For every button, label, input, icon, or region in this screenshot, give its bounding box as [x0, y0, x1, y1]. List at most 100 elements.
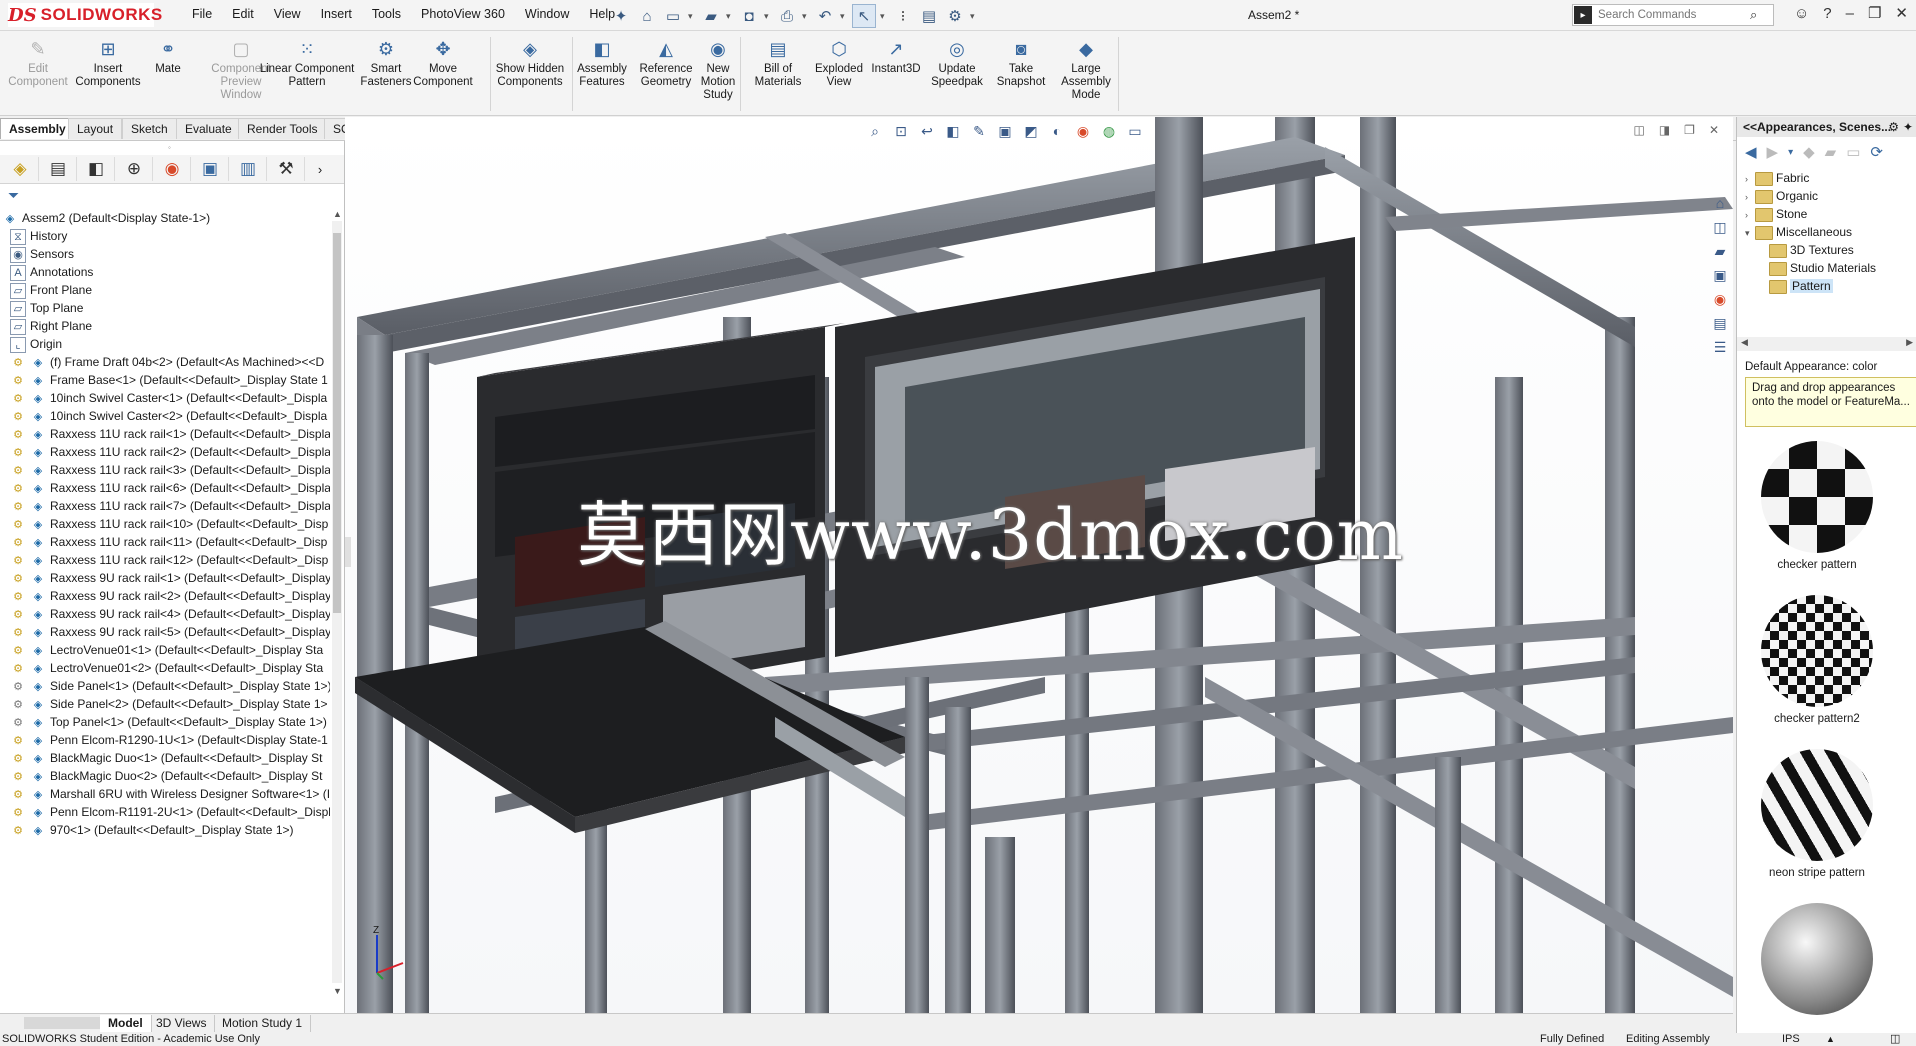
save-icon[interactable]: ◘ [738, 5, 760, 27]
appearance-folder[interactable]: › Fabric [1745, 169, 1809, 187]
chevron-down-icon[interactable]: ▾ [880, 11, 888, 22]
ribbon-move-component-button[interactable]: ✥ Move Component [412, 37, 474, 89]
tree-item[interactable]: ⚙ ◈ BlackMagic Duo<1> (Default<<Default>_D… [10, 749, 322, 767]
appearance-swatch[interactable]: checker pattern2 [1761, 595, 1873, 725]
menu-item-insert[interactable]: Insert [311, 7, 362, 21]
user-icon[interactable]: ☺ [1794, 5, 1809, 22]
ribbon-edit-component-button[interactable]: ✎ Edit Component [6, 37, 70, 89]
chevron-right-icon[interactable]: › [310, 157, 330, 181]
appearance-folder[interactable]: Pattern [1769, 277, 1833, 295]
view-orientation-icon[interactable]: ▣ [995, 121, 1015, 141]
tree-item[interactable]: ⚙ ◈ Marshall 6RU with Wireless Designer So… [10, 785, 330, 803]
chevron-down-icon[interactable]: ▾ [1745, 224, 1755, 242]
zoom-to-area-icon[interactable]: ⊡ [891, 121, 911, 141]
tree-item[interactable]: ⚙ ◈ Raxxess 11U rack rail<6> (Default<<Def… [10, 479, 330, 497]
design-library-icon[interactable]: ◫ [1709, 216, 1731, 238]
traffic-light-icon[interactable]: ⁝ [892, 5, 914, 27]
tree-item[interactable]: ⚙ ◈ Penn Elcom-R1191-2U<1> (Default<<Defau… [10, 803, 330, 821]
forum-icon[interactable]: ☰ [1709, 336, 1731, 358]
tree-item[interactable]: ⚙ ◈ Raxxess 9U rack rail<4> (Default<<Defa… [10, 605, 330, 623]
close-icon[interactable]: ✕ [1895, 4, 1908, 22]
cam-tool-tree-icon[interactable]: ⚒ [268, 157, 305, 181]
open-folder-icon[interactable]: ▰ [700, 5, 722, 27]
menu-item-view[interactable]: View [264, 7, 311, 21]
scroll-up-arrow-icon[interactable]: ▲ [333, 209, 342, 219]
appearance-folder[interactable]: ▾ Miscellaneous [1745, 223, 1852, 241]
viewport-restore-icon[interactable]: ❐ [1684, 123, 1695, 137]
dimxpert-icon[interactable]: ⊕ [116, 157, 153, 181]
tree-item[interactable]: ⚙ ◈ Penn Elcom-R1290-1U<1> (Default<Displa… [10, 731, 328, 749]
tree-item[interactable]: ⚙ ◈ Side Panel<2> (Default<<Default>_Displ… [10, 695, 327, 713]
file-properties-icon[interactable]: ▤ [918, 5, 940, 27]
scroll-left-arrow-icon[interactable]: ◀ [1741, 337, 1748, 348]
new-document-icon[interactable]: ▭ [662, 5, 684, 27]
appearance-swatch[interactable] [1761, 903, 1873, 1021]
chevron-down-icon[interactable]: ▾ [840, 11, 848, 22]
tree-item[interactable]: ⚙ ◈ Raxxess 9U rack rail<2> (Default<<Defa… [10, 587, 330, 605]
ribbon-update-speedpak-button[interactable]: ◎ Update Speedpak [924, 37, 990, 89]
appearance-folder[interactable]: › Organic [1745, 187, 1818, 205]
tree-item[interactable]: ⚙ ◈ 970<1> (Default<<Default>_Display Stat… [10, 821, 293, 839]
feature-manager-tree-icon[interactable]: ◈ [2, 157, 39, 181]
tree-item[interactable]: ⚙ ◈ BlackMagic Duo<2> (Default<<Default>_D… [10, 767, 322, 785]
ribbon-exploded-view-button[interactable]: ⬡ Exploded View [806, 37, 872, 89]
tab-motion-study-1[interactable]: Motion Study 1 [214, 1015, 312, 1032]
ribbon-take-snapshot-button[interactable]: ◙ Take Snapshot [992, 37, 1050, 89]
apply-scene-icon[interactable]: ◍ [1099, 121, 1119, 141]
tree-item[interactable]: ⚙ ◈ Top Panel<1> (Default<<Default>_Displa… [10, 713, 327, 731]
scrollbar-thumb[interactable] [333, 233, 341, 613]
tile-left-icon[interactable]: ◫ [1633, 123, 1644, 137]
display-manager-icon[interactable]: ◉ [154, 157, 191, 181]
ribbon-instant3d-button[interactable]: ↗ Instant3D [866, 37, 926, 76]
chevron-down-icon[interactable]: ▾ [970, 11, 978, 22]
chevron-down-icon[interactable]: ▾ [764, 11, 772, 22]
tree-item[interactable]: ⚙ ◈ Raxxess 11U rack rail<7> (Default<<Def… [10, 497, 330, 515]
tree-item[interactable]: ⚙ ◈ Raxxess 9U rack rail<5> (Default<<Defa… [10, 623, 330, 641]
home-icon[interactable]: ⌂ [636, 5, 658, 27]
appearances-tree-hscrollbar[interactable]: ◀ ▶ [1737, 337, 1916, 351]
add-folder-icon[interactable]: ▰ [1825, 143, 1837, 161]
tree-root-assembly[interactable]: ◈ Assem2 (Default<Display State-1>) [2, 209, 210, 227]
view-palette-icon[interactable]: ▣ [1709, 264, 1731, 286]
viewport-close-icon[interactable]: ✕ [1709, 123, 1719, 137]
print-icon[interactable]: ⎙ [776, 5, 798, 27]
tree-item[interactable]: ⚙ ◈ Raxxess 9U rack rail<1> (Default<<Defa… [10, 569, 330, 587]
tree-item[interactable]: ⚙ ◈ Raxxess 11U rack rail<10> (Default<<De… [10, 515, 328, 533]
menu-item-edit[interactable]: Edit [222, 7, 264, 21]
pin-icon[interactable]: ✦ [610, 5, 632, 27]
chevron-down-icon[interactable]: ▾ [1788, 147, 1793, 158]
tree-item[interactable]: ⚙ ◈ Side Panel<1> (Default<<Default>_Displ… [10, 677, 330, 695]
ribbon-assembly-features-button[interactable]: ◧ Assembly Features [570, 37, 634, 89]
view-settings-icon[interactable]: ▭ [1125, 121, 1145, 141]
restore-icon[interactable]: ❐ [1868, 4, 1881, 22]
tree-item[interactable]: ▱ Front Plane [10, 281, 92, 299]
tree-item[interactable]: ⚙ ◈ Raxxess 11U rack rail<3> (Default<<Def… [10, 461, 330, 479]
forward-arrow-icon[interactable]: ▶ [1767, 143, 1779, 161]
units-selector[interactable]: IPS [1782, 1033, 1800, 1046]
zoom-to-fit-icon[interactable]: ⌕ [865, 121, 885, 141]
help-icon[interactable]: ? [1823, 5, 1831, 22]
home-icon[interactable]: ⌂ [1709, 192, 1731, 214]
search-commands-input[interactable] [1596, 8, 1750, 22]
tree-item[interactable]: ⌞ Origin [10, 335, 62, 353]
pin-icon[interactable]: ✦ [1903, 117, 1913, 137]
graphics-area[interactable]: ⌕ ⊡ ↩ ◧ ✎ ▣ ◩ ◐ ◉ ◍ ▭ ◫ ◨ ❐ ✕ 莫西网www.3dm… [345, 117, 1733, 1013]
options-gear-icon[interactable]: ⚙ [944, 5, 966, 27]
scroll-down-arrow-icon[interactable]: ▼ [333, 986, 342, 996]
hide-show-items-icon[interactable]: ◐ [1047, 121, 1067, 141]
appearance-folder[interactable]: 3D Textures [1769, 241, 1854, 259]
chevron-down-icon[interactable]: ▾ [802, 11, 810, 22]
ribbon-mate-button[interactable]: ⚭ Mate [148, 37, 188, 76]
options-gear-icon[interactable]: ⚙ [1888, 117, 1899, 137]
undo-icon[interactable]: ↶ [814, 5, 836, 27]
tree-item[interactable]: ⚙ ◈ 10inch Swivel Caster<2> (Default<<Defa… [10, 407, 327, 425]
ribbon-bill-of-materials-button[interactable]: ▤ Bill of Materials [746, 37, 810, 89]
tree-item[interactable]: ⚙ ◈ 10inch Swivel Caster<1> (Default<<Defa… [10, 389, 327, 407]
tree-item[interactable]: ⚙ ◈ LectroVenue01<2> (Default<<Default>_Di… [10, 659, 323, 677]
tree-item[interactable]: ⚙ ◈ Raxxess 11U rack rail<1> (Default<<Def… [10, 425, 330, 443]
refresh-icon[interactable]: ⟳ [1870, 143, 1883, 161]
solidworks-logo[interactable]: DS SOLIDWORKS [8, 3, 162, 27]
tree-item[interactable]: A Annotations [10, 263, 93, 281]
configuration-manager-icon[interactable]: ◧ [78, 157, 115, 181]
minimize-icon[interactable]: – [1846, 5, 1854, 22]
